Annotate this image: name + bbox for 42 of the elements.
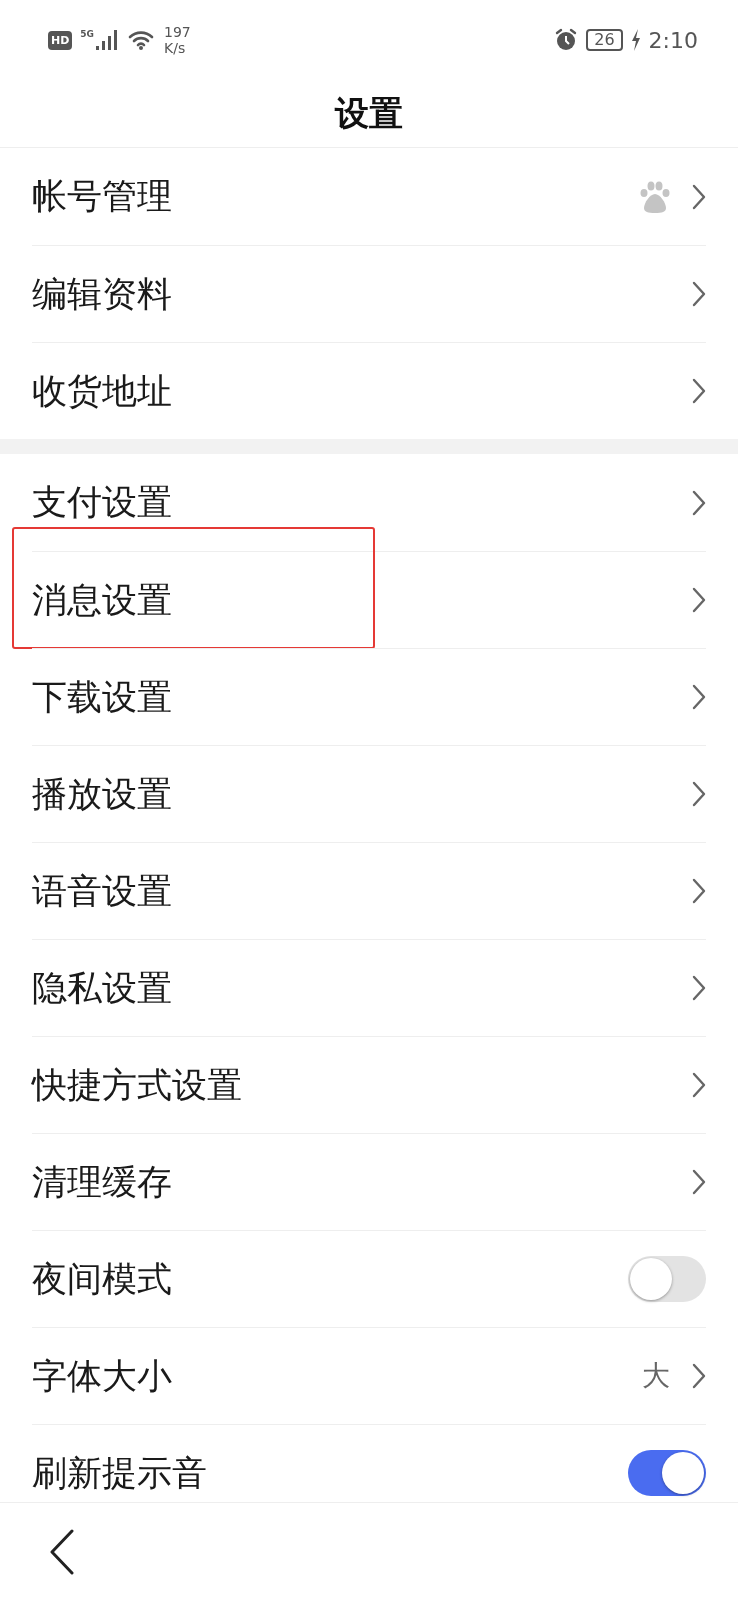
chevron-right-icon xyxy=(692,1169,706,1195)
back-icon[interactable] xyxy=(48,1528,76,1575)
speed-unit: K/s xyxy=(164,40,187,56)
page-title: 设置 xyxy=(335,91,403,135)
setting-label[interactable]: 支付设置 xyxy=(32,479,172,526)
hd-badge: HD xyxy=(48,30,73,50)
chevron-right-icon xyxy=(692,781,706,807)
setting-label[interactable]: 隐私设置 xyxy=(32,964,172,1012)
setting-label[interactable]: 语音设置 xyxy=(32,867,172,915)
setting-label[interactable]: 消息设置 xyxy=(32,576,172,624)
chevron-right-icon xyxy=(692,975,706,1001)
setting-label[interactable]: 收货地址 xyxy=(32,367,172,415)
network-label: 5G xyxy=(80,29,94,39)
toggle-switch[interactable] xyxy=(628,1450,706,1496)
charging-icon xyxy=(630,29,641,51)
chevron-right-icon xyxy=(692,489,706,516)
setting-value: 大 xyxy=(642,1358,670,1394)
network-speed: 197 xyxy=(164,24,191,40)
signal-icon xyxy=(96,29,120,51)
setting-label[interactable]: 下载设置 xyxy=(32,673,172,721)
setting-label[interactable]: 帐号管理 xyxy=(32,173,172,220)
wifi-icon xyxy=(128,29,156,51)
setting-label[interactable]: 快捷方式设置 xyxy=(32,1061,242,1109)
chevron-right-icon xyxy=(692,183,706,210)
chevron-right-icon xyxy=(692,684,706,710)
alarm-icon xyxy=(554,28,579,52)
chevron-right-icon xyxy=(692,1072,706,1098)
chevron-right-icon xyxy=(692,1363,706,1389)
chevron-right-icon xyxy=(692,587,706,613)
chevron-right-icon xyxy=(692,281,706,307)
setting-label[interactable]: 编辑资料 xyxy=(32,270,172,318)
setting-label[interactable]: 字体大小 xyxy=(32,1352,172,1400)
clock-time: 2:10 xyxy=(648,27,698,53)
battery-icon: 26 xyxy=(586,29,623,51)
chevron-right-icon xyxy=(692,378,706,404)
chevron-right-icon xyxy=(692,878,706,904)
setting-label[interactable]: 夜间模式 xyxy=(32,1255,172,1303)
setting-label[interactable]: 播放设置 xyxy=(32,770,172,818)
paw-icon xyxy=(640,180,670,213)
setting-label[interactable]: 刷新提示音 xyxy=(32,1449,207,1497)
toggle-switch[interactable] xyxy=(628,1256,706,1302)
setting-label[interactable]: 清理缓存 xyxy=(32,1158,172,1206)
